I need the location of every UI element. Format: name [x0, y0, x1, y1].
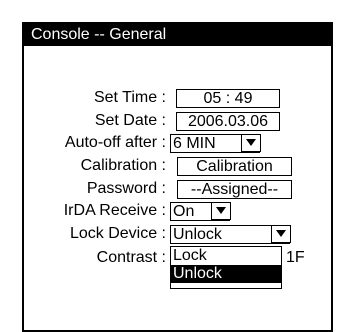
chevron-down-icon[interactable]: [210, 201, 231, 220]
set-time-label: Set Time :: [93, 89, 166, 106]
lock-device-label: Lock Device :: [69, 225, 166, 242]
calibration-label: Calibration :: [80, 157, 166, 174]
lock-device-dropdown-list: Lock Unlock: [170, 246, 282, 289]
irda-receive-value: On: [173, 203, 195, 220]
dropdown-option-lock[interactable]: Lock: [171, 247, 281, 265]
auto-off-value: 6 MIN: [173, 135, 216, 152]
password-label: Password :: [86, 180, 166, 197]
auto-off-select[interactable]: 6 MIN: [170, 133, 261, 153]
auto-off-label: Auto-off after :: [64, 134, 166, 151]
lock-device-value: Unlock: [173, 226, 222, 243]
contrast-label: Contrast :: [96, 249, 166, 266]
console-general-window: Console -- General Set Time : 05 : 49 Se…: [22, 22, 333, 332]
dropdown-option-unlock[interactable]: Unlock: [171, 265, 281, 283]
set-date-field[interactable]: 2006.03.06: [176, 112, 280, 131]
irda-receive-label: IrDA Receive :: [63, 202, 166, 219]
set-time-field[interactable]: 05 : 49: [176, 89, 280, 108]
contrast-value: 1F: [286, 249, 305, 266]
calibration-button[interactable]: Calibration: [177, 157, 292, 176]
chevron-down-icon[interactable]: [240, 133, 261, 152]
window-title: Console -- General: [24, 24, 331, 46]
set-date-label: Set Date :: [94, 112, 166, 129]
irda-receive-select[interactable]: On: [170, 201, 231, 221]
chevron-down-icon[interactable]: [270, 224, 291, 243]
lock-device-select[interactable]: Unlock: [170, 224, 291, 244]
password-field[interactable]: --Assigned--: [177, 180, 292, 199]
